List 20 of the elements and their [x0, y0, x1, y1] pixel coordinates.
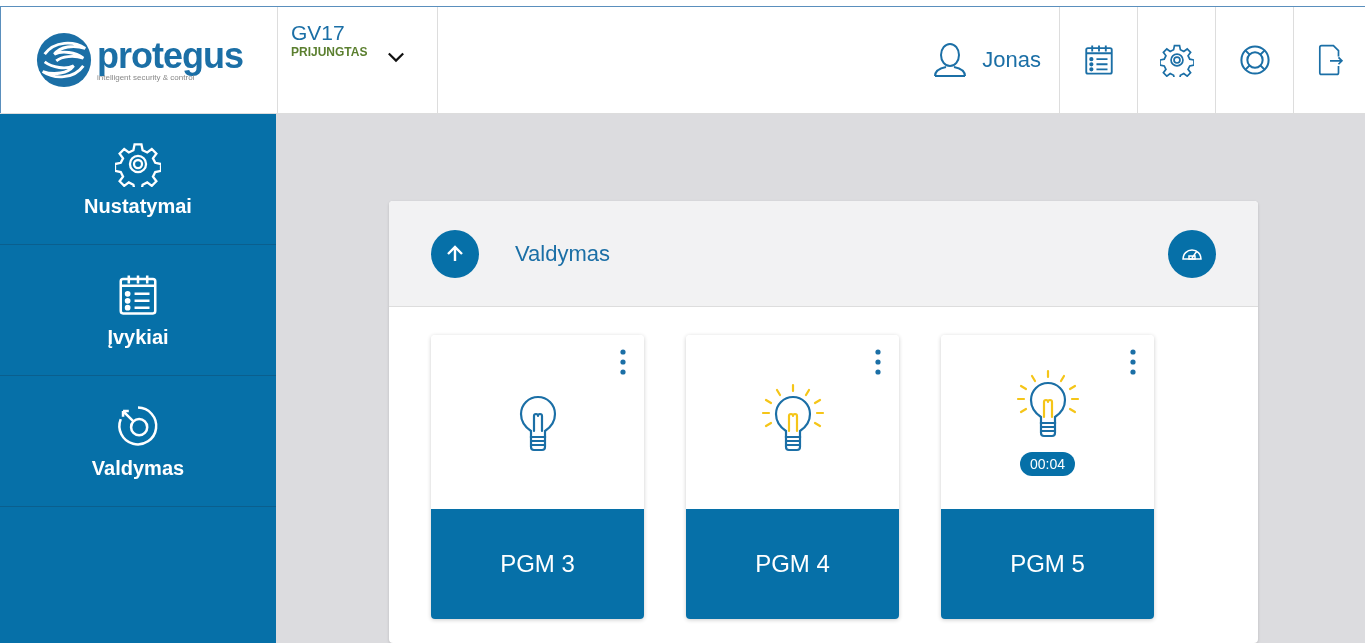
- device-name: GV17: [291, 21, 346, 45]
- arrow-up-icon: [445, 243, 465, 264]
- more-icon[interactable]: [875, 349, 881, 375]
- settings-icon: [1159, 43, 1194, 77]
- pgm-label: PGM 5: [1010, 550, 1085, 578]
- more-icon[interactable]: [1130, 349, 1136, 375]
- up-button[interactable]: [431, 229, 479, 278]
- user-name[interactable]: Jonas: [982, 47, 1041, 73]
- pgm-label: PGM 3: [500, 550, 575, 578]
- timer-badge: 00:04: [1019, 452, 1075, 476]
- pgm-label: PGM 4: [755, 550, 830, 578]
- gauge-button[interactable]: [1168, 229, 1216, 278]
- gear-icon: [115, 140, 161, 187]
- chevron-down-icon[interactable]: [387, 51, 406, 63]
- lifebuoy-icon[interactable]: [1237, 43, 1272, 77]
- device-status: PRIJUNGTAS: [291, 45, 368, 59]
- user-icon[interactable]: [932, 42, 969, 78]
- more-icon[interactable]: [620, 349, 626, 375]
- logo-icon: [35, 31, 93, 89]
- panel-title: Valdymas: [515, 240, 611, 267]
